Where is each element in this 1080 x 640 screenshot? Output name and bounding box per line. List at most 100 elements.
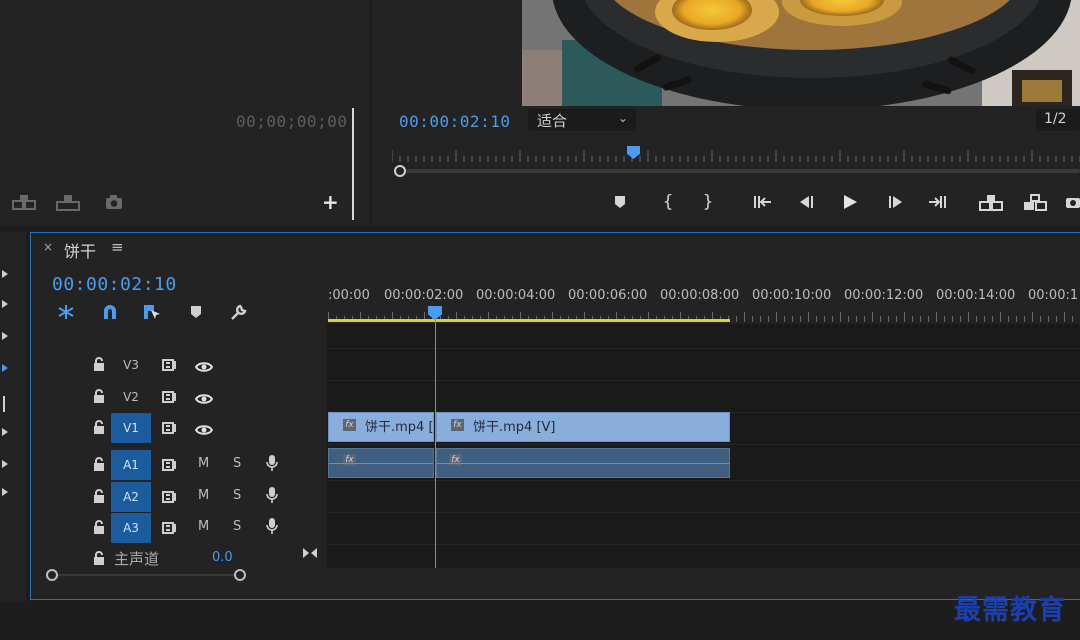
tools-panel <box>0 232 26 602</box>
snap-magnet-icon[interactable] <box>98 302 122 322</box>
program-time-ruler[interactable] <box>391 148 1080 164</box>
go-to-in-icon[interactable] <box>749 190 777 214</box>
ruler-timecode-label: :00:00 <box>328 288 370 303</box>
solo-button[interactable]: S <box>233 456 241 471</box>
track-separator <box>327 544 1080 545</box>
lock-icon[interactable] <box>93 388 105 407</box>
overwrite-icon[interactable] <box>56 193 80 211</box>
track-header-v1: V1 <box>31 412 327 443</box>
audio-clip[interactable]: fx <box>436 448 730 478</box>
microphone-icon[interactable] <box>266 486 278 508</box>
eye-icon[interactable] <box>194 358 214 377</box>
work-area-bar[interactable] <box>328 319 730 322</box>
track-separator <box>327 444 1080 445</box>
track-label-active[interactable]: A2 <box>111 482 151 512</box>
eye-icon[interactable] <box>194 421 214 440</box>
track-label[interactable]: V2 <box>111 382 151 412</box>
plus-icon[interactable]: + <box>322 192 339 212</box>
mute-button[interactable]: M <box>198 519 209 534</box>
sync-lock-icon[interactable] <box>162 389 178 408</box>
watermark: 最需教育 <box>954 595 1066 626</box>
mute-button[interactable]: M <box>198 488 209 503</box>
source-playhead-indicator <box>352 108 354 220</box>
mute-button[interactable]: M <box>198 456 209 471</box>
sync-lock-icon[interactable] <box>162 520 178 539</box>
fx-badge: fx <box>343 454 356 466</box>
export-frame-icon[interactable] <box>104 193 128 211</box>
sync-lock-icon[interactable] <box>162 489 178 508</box>
fx-badge: fx <box>449 454 462 466</box>
lift-icon[interactable] <box>978 190 1006 214</box>
ruler-timecode-label: 00:00:1 <box>1028 288 1079 303</box>
ruler-timecode-label: 00:00:14:00 <box>936 288 1016 303</box>
eye-icon[interactable] <box>194 390 214 409</box>
track-label-active[interactable]: A1 <box>111 450 151 480</box>
play-icon[interactable] <box>836 190 864 214</box>
track-label-active[interactable]: A3 <box>111 513 151 543</box>
sync-lock-icon[interactable] <box>162 420 178 439</box>
chevron-down-icon: ⌄ <box>617 111 628 125</box>
track-area[interactable] <box>327 324 1080 568</box>
track-header-a1: A1 M S <box>31 449 327 480</box>
program-timecode[interactable]: 00:00:02:10 <box>399 112 510 131</box>
add-marker-icon[interactable] <box>606 190 634 214</box>
video-clip[interactable]: fx 饼干.mp4 [V] <box>436 412 730 442</box>
wrench-icon[interactable] <box>226 302 250 322</box>
lock-icon[interactable] <box>93 456 105 475</box>
lock-icon[interactable] <box>93 519 105 538</box>
program-video-frame <box>522 0 1080 106</box>
zoom-level-value: 适合 <box>537 112 568 130</box>
go-to-edit-point-icon[interactable] <box>302 546 318 564</box>
video-clip[interactable]: fx 饼干.mp4 [ <box>328 412 434 442</box>
timeline-playhead-line[interactable] <box>435 312 436 568</box>
ruler-timecode-label: 00:00:02:00 <box>384 288 464 303</box>
program-scroll-track[interactable] <box>406 169 1080 173</box>
linked-selection-icon[interactable] <box>140 302 164 322</box>
add-marker-icon[interactable] <box>184 302 208 322</box>
export-frame-icon[interactable] <box>1064 190 1080 214</box>
sync-lock-icon[interactable] <box>162 357 178 376</box>
clip-name: 饼干.mp4 [V] <box>473 420 556 435</box>
ruler-timecode-label: 00:00:10:00 <box>752 288 832 303</box>
microphone-icon[interactable] <box>266 517 278 539</box>
mark-out-icon[interactable]: } <box>694 190 722 214</box>
mark-in-icon[interactable]: { <box>654 190 682 214</box>
ruler-timecode-label: 00:00:04:00 <box>476 288 556 303</box>
audio-waveform <box>329 463 433 464</box>
panel-menu-icon[interactable]: ≡ <box>111 238 124 256</box>
extract-icon[interactable] <box>1022 190 1050 214</box>
lock-icon[interactable] <box>93 356 105 375</box>
solo-button[interactable]: S <box>233 488 241 503</box>
step-forward-icon[interactable] <box>882 190 910 214</box>
go-to-out-icon[interactable] <box>923 190 951 214</box>
clip-name: 饼干.mp4 [ <box>365 420 434 435</box>
solo-button[interactable]: S <box>233 519 241 534</box>
track-separator <box>327 512 1080 513</box>
timeline-scroll-track[interactable] <box>56 574 242 576</box>
sequence-tab-title[interactable]: 饼干 <box>64 238 96 262</box>
timeline-scroll-handle-right[interactable] <box>234 569 246 581</box>
fx-badge: fx <box>451 419 464 431</box>
step-back-icon[interactable] <box>792 190 820 214</box>
lock-icon[interactable] <box>93 419 105 438</box>
source-timecode[interactable]: 00;00;00;00 <box>236 112 347 131</box>
zoom-level-select[interactable]: 适合 ⌄ <box>528 109 636 131</box>
audio-clip[interactable]: fx <box>328 448 434 478</box>
timeline-zoom-scrollbar[interactable] <box>44 566 250 584</box>
program-zoom-scrollbar[interactable] <box>392 164 1080 178</box>
nest-sequence-icon[interactable] <box>54 302 78 322</box>
close-icon[interactable]: × <box>43 240 53 254</box>
microphone-icon[interactable] <box>266 454 278 476</box>
timeline-time-ruler[interactable]: :00:00 00:00:02:00 00:00:04:00 00:00:06:00 0… <box>328 280 1080 324</box>
track-label[interactable]: V3 <box>111 350 151 380</box>
sequence-timecode[interactable]: 00:00:02:10 <box>52 274 177 295</box>
insert-icon[interactable] <box>12 193 36 211</box>
sync-lock-icon[interactable] <box>162 457 178 476</box>
track-label-active[interactable]: V1 <box>111 413 151 443</box>
playback-resolution-select[interactable]: 1/2 <box>1036 109 1080 131</box>
lock-icon[interactable] <box>93 488 105 507</box>
timeline-scroll-handle-left[interactable] <box>46 569 58 581</box>
master-volume-value[interactable]: 0.0 <box>212 550 233 565</box>
program-scroll-handle[interactable] <box>394 165 406 177</box>
track-separator <box>327 380 1080 381</box>
